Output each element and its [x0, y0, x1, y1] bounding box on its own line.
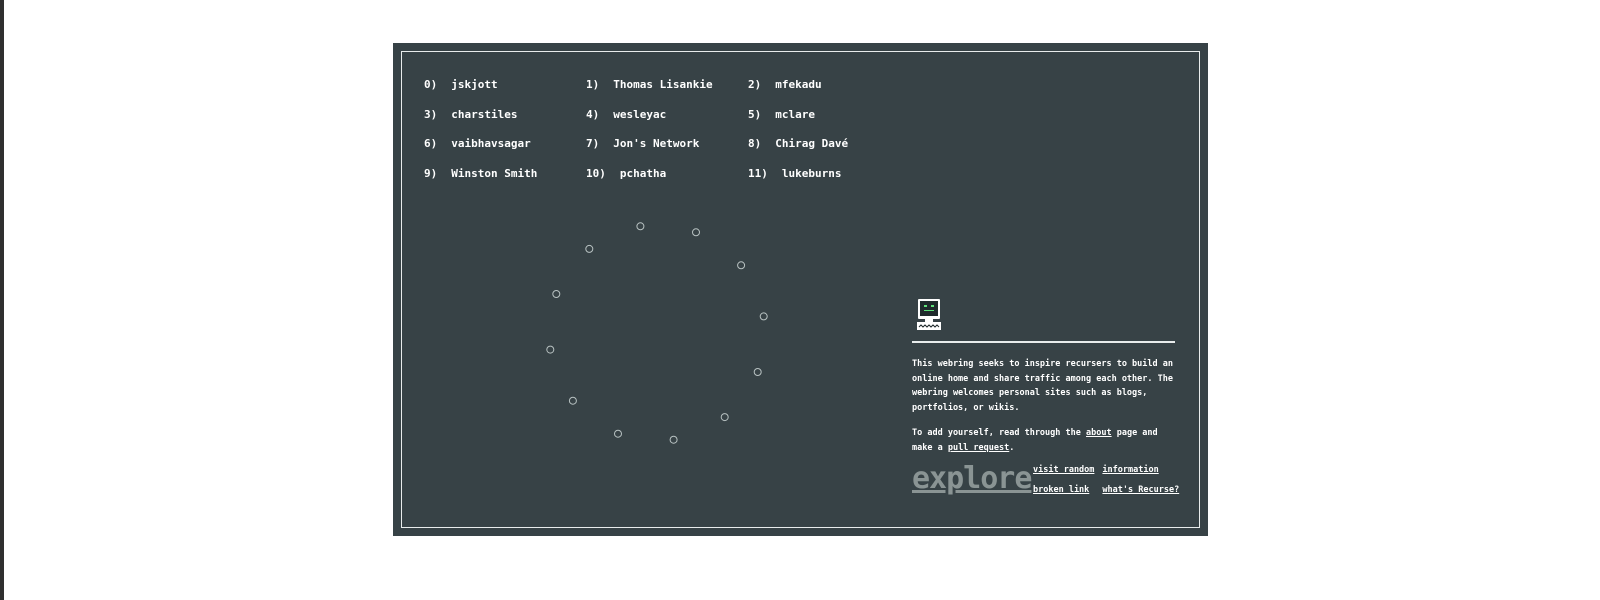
footer-links: visit random information broken link wha…	[1033, 464, 1179, 497]
ring-node[interactable]	[636, 222, 645, 231]
broken-link-link[interactable]: broken link	[1033, 484, 1094, 497]
pull-request-link[interactable]: pull request	[948, 443, 1009, 453]
ring-node[interactable]	[552, 290, 561, 298]
add-prefix: To add yourself, read through the	[912, 428, 1086, 438]
ring-node[interactable]	[753, 368, 762, 376]
divider-line	[912, 341, 1175, 343]
ring-node[interactable]	[585, 244, 594, 253]
ring-node[interactable]	[669, 435, 678, 444]
ring-node[interactable]	[546, 345, 555, 354]
ring-node[interactable]	[614, 429, 622, 438]
add-yourself-paragraph: To add yourself, read through the about …	[912, 426, 1177, 455]
ring-node[interactable]	[737, 261, 746, 270]
explore-link[interactable]: explore	[912, 461, 1032, 497]
ring-node[interactable]	[759, 312, 768, 321]
about-link[interactable]: about	[1086, 428, 1112, 438]
webring-panel: 0) jskjott 1) Thomas Lisankie 2) mfekadu 3)…	[393, 43, 1208, 536]
ring-node[interactable]	[692, 228, 700, 237]
page-left-border	[0, 0, 4, 600]
add-suffix: .	[1009, 442, 1015, 453]
whats-recurse-link[interactable]: what's Recurse?	[1102, 484, 1179, 497]
intro-paragraph: This webring seeks to inspire recursers …	[912, 359, 1173, 413]
visit-random-link[interactable]: visit random	[1033, 464, 1094, 477]
information-link[interactable]: information	[1102, 464, 1179, 477]
computer-icon	[917, 299, 941, 330]
ring-node[interactable]	[720, 413, 729, 422]
ring-node[interactable]	[568, 396, 577, 405]
about-text: This webring seeks to inspire recursers …	[912, 357, 1177, 466]
